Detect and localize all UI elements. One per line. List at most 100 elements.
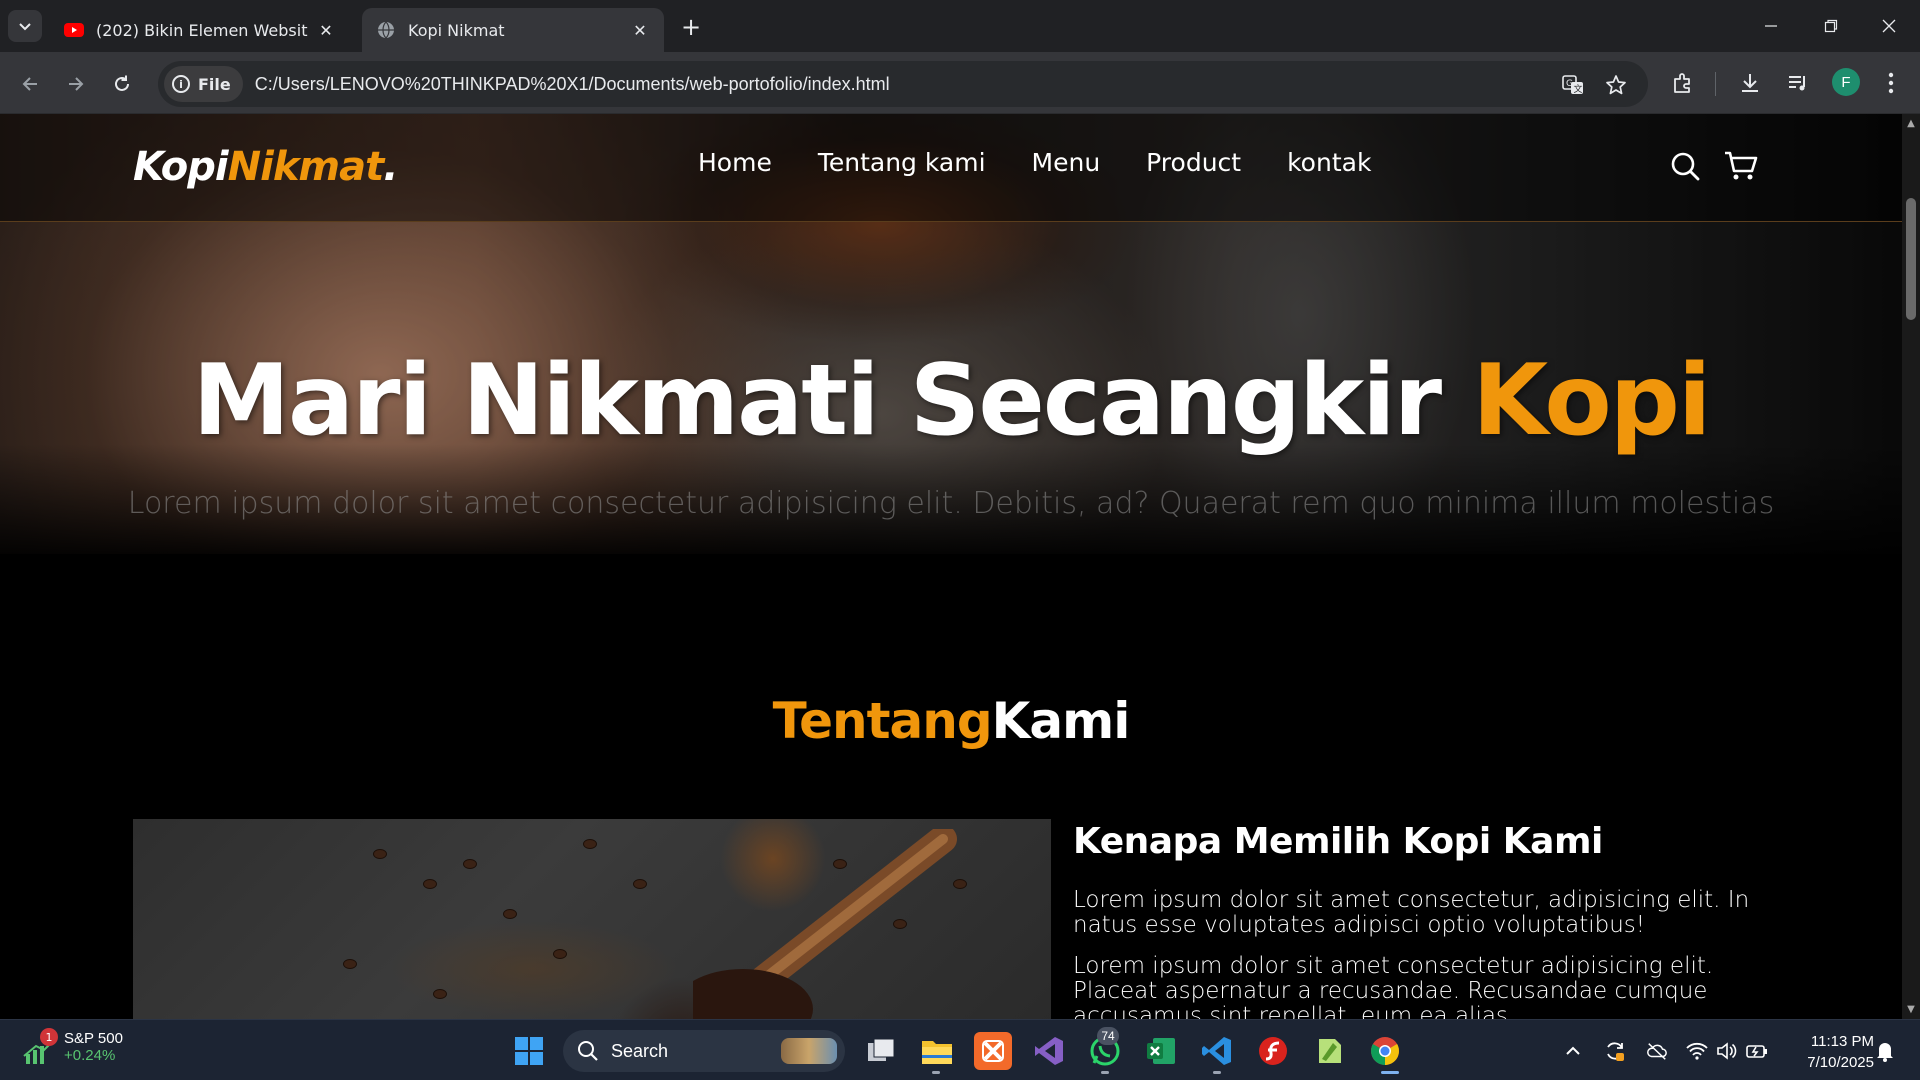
battery-charging-icon[interactable] xyxy=(1746,1040,1768,1062)
nav-link-home[interactable]: Home xyxy=(698,148,772,177)
forward-button[interactable] xyxy=(60,68,92,100)
site-info-chip[interactable]: i File xyxy=(164,66,243,102)
tab-search-button[interactable] xyxy=(8,10,42,42)
coffee-bean xyxy=(463,859,477,869)
coffee-bean xyxy=(553,949,567,959)
close-icon[interactable]: ✕ xyxy=(316,20,336,40)
more-menu-icon[interactable] xyxy=(1876,68,1906,98)
address-bar[interactable]: i File C:/Users/LENOVO%20THINKPAD%20X1/D… xyxy=(158,61,1648,107)
cart-icon[interactable] xyxy=(1723,148,1759,184)
volume-icon[interactable] xyxy=(1716,1040,1738,1062)
nav-link-kontak[interactable]: kontak xyxy=(1287,148,1371,177)
globe-icon xyxy=(376,20,396,40)
search-icon[interactable] xyxy=(1667,148,1703,184)
svg-text:文: 文 xyxy=(1574,83,1583,95)
restore-button[interactable] xyxy=(1808,8,1854,44)
page-viewport: KopiNikmat. Home Tentang kami Menu Produ… xyxy=(0,114,1902,1019)
hero-title-accent: Kopi xyxy=(1472,344,1711,458)
nav-link-tentang-kami[interactable]: Tentang kami xyxy=(818,148,986,177)
active-indicator xyxy=(1381,1071,1399,1074)
tab-kopi-nikmat[interactable]: Kopi Nikmat ✕ xyxy=(362,8,664,52)
search-label: Search xyxy=(611,1040,669,1061)
page-scrollbar[interactable]: ▲ ▼ xyxy=(1902,114,1920,1019)
download-icon[interactable] xyxy=(1735,68,1765,98)
excel-icon[interactable] xyxy=(1142,1032,1180,1070)
browser-tab-bar: (202) Bikin Elemen Website Sem ✕ Kopi Ni… xyxy=(0,0,1920,52)
visual-studio-icon[interactable] xyxy=(1030,1032,1068,1070)
url-text[interactable]: C:/Users/LENOVO%20THINKPAD%20X1/Document… xyxy=(255,74,890,95)
tab-youtube[interactable]: (202) Bikin Elemen Website Sem ✕ xyxy=(50,8,350,52)
hero-subtitle: Lorem ipsum dolor sit amet consectetur a… xyxy=(127,486,1775,521)
star-icon[interactable] xyxy=(1604,73,1628,97)
taskbar-search[interactable]: Search xyxy=(563,1030,845,1072)
scroll-down-icon[interactable]: ▼ xyxy=(1906,1004,1916,1015)
close-icon xyxy=(1882,19,1896,33)
restore-icon xyxy=(1824,19,1838,33)
reload-button[interactable] xyxy=(106,68,138,100)
site-logo[interactable]: KopiNikmat. xyxy=(133,144,398,190)
stock-name: S&P 500 xyxy=(64,1030,123,1047)
arrow-right-icon xyxy=(69,77,84,91)
hero-title: Mari Nikmati Secangkir Kopi xyxy=(0,344,1902,458)
site-menu: Home Tentang kami Menu Product kontak xyxy=(698,148,1371,177)
profile-avatar[interactable]: F xyxy=(1832,68,1860,96)
back-button[interactable] xyxy=(14,68,46,100)
vscode-icon[interactable] xyxy=(1198,1032,1236,1070)
chrome-icon[interactable] xyxy=(1366,1032,1404,1070)
whatsapp-badge: 74 xyxy=(1097,1027,1119,1045)
nav-link-menu[interactable]: Menu xyxy=(1032,148,1101,177)
running-indicator xyxy=(932,1071,940,1074)
tab-title: (202) Bikin Elemen Website Sem xyxy=(96,20,308,40)
xampp-icon[interactable] xyxy=(974,1032,1012,1070)
scrollbar-thumb[interactable] xyxy=(1906,198,1916,320)
info-icon: i xyxy=(172,75,190,93)
chevron-up-icon[interactable] xyxy=(1562,1040,1584,1062)
close-window-button[interactable] xyxy=(1866,8,1912,44)
clock-date: 7/10/2025 xyxy=(1807,1054,1874,1071)
flash-player-icon[interactable] xyxy=(1254,1032,1292,1070)
about-paragraph-2: Lorem ipsum dolor sit amet consectetur a… xyxy=(1073,953,1714,1020)
clock-time: 11:13 PM xyxy=(1810,1033,1874,1050)
youtube-icon xyxy=(64,20,84,40)
notepad-plus-plus-icon[interactable] xyxy=(1310,1032,1348,1070)
stock-change: +0.24% xyxy=(64,1047,116,1064)
search-highlight-image xyxy=(781,1038,837,1064)
wifi-icon[interactable] xyxy=(1686,1040,1708,1062)
stock-widget[interactable]: 1 S&P 500 +0.24% xyxy=(22,1028,123,1064)
reload-icon xyxy=(115,75,129,91)
site-navbar: KopiNikmat. Home Tentang kami Menu Produ… xyxy=(0,114,1902,222)
extensions-icon[interactable] xyxy=(1668,68,1698,98)
file-explorer-icon[interactable] xyxy=(918,1032,956,1070)
chip-label: File xyxy=(198,74,231,94)
windows-start-icon[interactable] xyxy=(510,1032,548,1070)
nav-link-product[interactable]: Product xyxy=(1146,148,1241,177)
hero-fade xyxy=(0,444,1902,664)
coffee-grinder-icon xyxy=(693,829,957,1019)
close-icon[interactable]: ✕ xyxy=(630,20,650,40)
about-title-main: Kami xyxy=(991,692,1131,750)
coffee-bean xyxy=(373,849,387,859)
coffee-bean xyxy=(423,879,437,889)
search-icon xyxy=(578,1041,598,1061)
stock-badge: 1 xyxy=(40,1028,58,1046)
about-section-title: TentangKami xyxy=(0,692,1902,750)
coffee-bean xyxy=(343,959,357,969)
running-indicator xyxy=(1213,1071,1221,1074)
media-control-icon[interactable] xyxy=(1783,68,1813,98)
browser-toolbar: i File C:/Users/LENOVO%20THINKPAD%20X1/D… xyxy=(0,52,1920,114)
logo-dot: . xyxy=(383,144,398,190)
notification-bell-icon[interactable] xyxy=(1874,1040,1896,1062)
chevron-down-icon xyxy=(19,23,31,31)
stock-chart-icon: 1 xyxy=(22,1028,58,1064)
cloud-off-icon[interactable] xyxy=(1646,1040,1668,1062)
scroll-up-icon[interactable]: ▲ xyxy=(1906,118,1916,129)
taskbar-clock[interactable]: 11:13 PM 7/10/2025 xyxy=(1776,1031,1874,1073)
minimize-button[interactable] xyxy=(1748,8,1794,44)
coffee-bean xyxy=(503,909,517,919)
logo-main: Kopi xyxy=(133,144,229,190)
new-tab-button[interactable]: + xyxy=(678,13,704,41)
translate-icon[interactable]: G文 xyxy=(1561,73,1585,97)
toolbar-divider xyxy=(1715,72,1716,96)
task-view-icon[interactable] xyxy=(862,1032,900,1070)
sync-icon[interactable] xyxy=(1604,1040,1626,1062)
